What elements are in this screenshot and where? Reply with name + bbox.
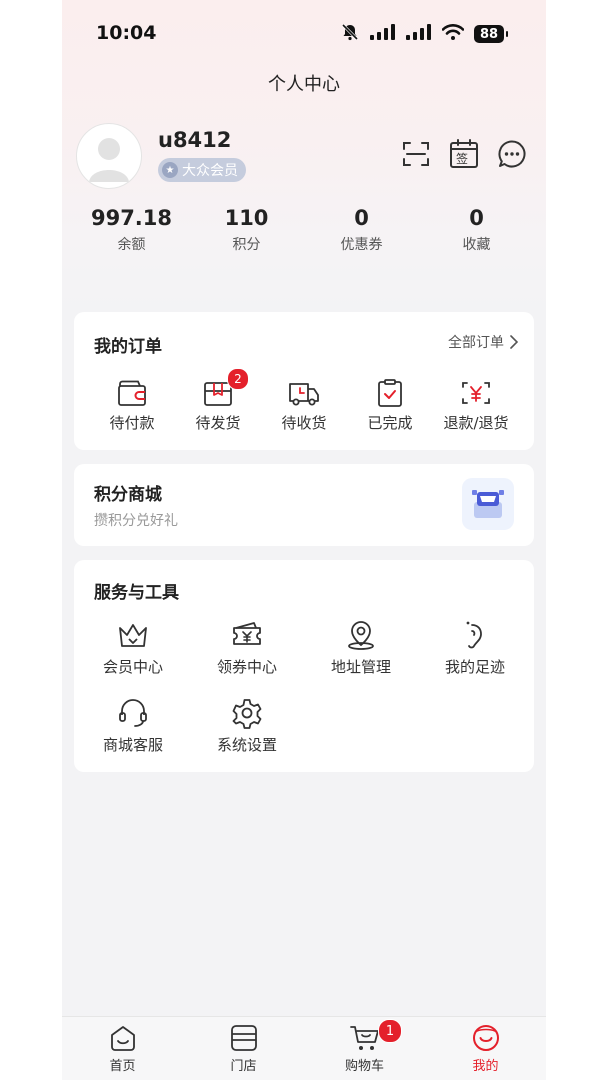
home-icon	[62, 1023, 183, 1053]
service-address-management[interactable]: 地址管理	[304, 618, 418, 696]
service-label: 商城客服	[102, 736, 163, 754]
order-pending-receipt[interactable]: 待收货	[261, 372, 347, 433]
points-mall-title: 积分商城	[94, 485, 162, 505]
my-orders-card: 我的订单 全部订单 待付款 2 待发货 待收货 已完成 退款/退货	[74, 312, 534, 450]
stat-value: 997.18	[90, 206, 173, 230]
order-completed[interactable]: 已完成	[347, 372, 433, 433]
service-label: 会员中心	[102, 658, 163, 676]
status-icons: 88	[340, 22, 508, 46]
service-coupon-center[interactable]: 领券中心	[190, 618, 304, 696]
order-pending-payment[interactable]: 待付款	[89, 372, 175, 433]
stat-label: 余额	[117, 237, 146, 253]
stat-coupons[interactable]: 0 优惠券	[304, 204, 419, 254]
stat-value: 110	[224, 206, 269, 230]
services-tools-card: 服务与工具 会员中心 领券中心 地址管理 我的足迹 商城客服 系统设置	[74, 560, 534, 772]
right-margin	[546, 0, 607, 1080]
default-avatar-icon	[89, 138, 129, 182]
order-refund[interactable]: 退款/退货	[433, 372, 519, 433]
tab-label: 门店	[230, 1059, 257, 1074]
crown-icon	[76, 618, 190, 652]
wifi-icon	[441, 24, 465, 44]
order-status-list: 待付款 2 待发货 待收货 已完成 退款/退货	[74, 368, 534, 433]
cell-signal-icon	[406, 24, 432, 44]
order-label: 退款/退货	[443, 414, 509, 432]
star-icon: ★	[162, 162, 178, 178]
services-grid: 会员中心 领券中心 地址管理 我的足迹 商城客服 系统设置	[74, 618, 534, 774]
bottom-tab-bar: 首页 门店 1 购物车 我的	[62, 1016, 546, 1080]
member-level-badge[interactable]: ★ 大众会员	[158, 158, 246, 182]
clipboard-check-icon	[347, 372, 433, 408]
service-system-settings[interactable]: 系统设置	[190, 696, 304, 774]
orders-title: 我的订单	[94, 337, 162, 357]
order-count-badge: 2	[227, 368, 249, 390]
stat-favorites[interactable]: 0 收藏	[419, 204, 534, 254]
headset-icon	[76, 696, 190, 730]
tab-home[interactable]: 首页	[62, 1017, 183, 1080]
order-pending-shipment[interactable]: 2 待发货	[175, 368, 261, 433]
stat-label: 积分	[232, 237, 261, 253]
truck-icon	[261, 372, 347, 408]
services-title: 服务与工具	[94, 583, 179, 603]
stat-label: 收藏	[462, 237, 491, 253]
points-mall-card[interactable]: 积分商城 攒积分兑好礼	[74, 464, 534, 546]
tab-cart[interactable]: 1 购物车	[304, 1017, 425, 1080]
avatar[interactable]	[76, 123, 142, 189]
stat-points[interactable]: 110 积分	[189, 204, 304, 254]
tab-store[interactable]: 门店	[183, 1017, 304, 1080]
page-title: 个人中心	[268, 74, 340, 95]
status-time: 10:04	[96, 22, 157, 44]
service-label: 地址管理	[330, 658, 391, 676]
app-screen: 10:04 88 个人中心 u8412 ★ 大众会员 签 997.18 余额 1…	[62, 0, 546, 1080]
scan-icon[interactable]	[400, 138, 432, 170]
status-bar: 10:04 88	[62, 0, 546, 66]
bell-mute-icon	[340, 22, 360, 46]
cart-count-badge: 1	[378, 1019, 402, 1043]
sign-in-calendar-icon[interactable]: 签	[448, 138, 480, 170]
stat-label: 优惠券	[340, 237, 383, 253]
profile-actions: 签	[400, 138, 528, 170]
refund-icon	[433, 372, 519, 408]
stat-balance[interactable]: 997.18 余额	[74, 204, 189, 254]
gear-icon	[190, 696, 304, 730]
stat-value: 0	[469, 206, 484, 230]
all-orders-label: 全部订单	[448, 335, 504, 351]
shopping-cart-illustration-icon	[462, 478, 514, 530]
username: u8412	[158, 128, 232, 152]
left-margin	[0, 0, 62, 1080]
service-label: 系统设置	[216, 736, 277, 754]
tab-label: 购物车	[344, 1059, 384, 1074]
profile-smile-icon	[425, 1023, 546, 1053]
stat-value: 0	[354, 206, 369, 230]
message-icon[interactable]	[496, 138, 528, 170]
points-mall-subtitle: 攒积分兑好礼	[94, 513, 178, 529]
coupon-icon	[190, 618, 304, 652]
service-footprints[interactable]: 我的足迹	[418, 618, 532, 696]
wallet-icon	[89, 372, 175, 408]
service-member-center[interactable]: 会员中心	[76, 618, 190, 696]
battery-icon: 88	[474, 25, 508, 43]
cart-icon	[304, 1023, 425, 1053]
cell-signal-icon	[370, 24, 396, 44]
order-label: 待收货	[281, 414, 327, 432]
sign-char: 签	[456, 152, 469, 166]
member-level-label: 大众会员	[182, 163, 238, 179]
footprint-icon	[418, 618, 532, 652]
service-label: 我的足迹	[444, 658, 505, 676]
tab-label: 我的	[472, 1059, 499, 1074]
order-label: 待付款	[109, 414, 155, 432]
service-customer-support[interactable]: 商城客服	[76, 696, 190, 774]
tab-label: 首页	[109, 1059, 136, 1074]
order-label: 待发货	[195, 414, 241, 432]
chevron-right-icon	[510, 335, 518, 349]
order-label: 已完成	[367, 414, 413, 432]
tab-profile[interactable]: 我的	[425, 1017, 546, 1080]
service-label: 领券中心	[216, 658, 277, 676]
location-pin-icon	[304, 618, 418, 652]
all-orders-link[interactable]: 全部订单	[448, 332, 518, 352]
store-icon	[183, 1023, 304, 1053]
account-stats: 997.18 余额 110 积分 0 优惠券 0 收藏	[62, 204, 546, 254]
